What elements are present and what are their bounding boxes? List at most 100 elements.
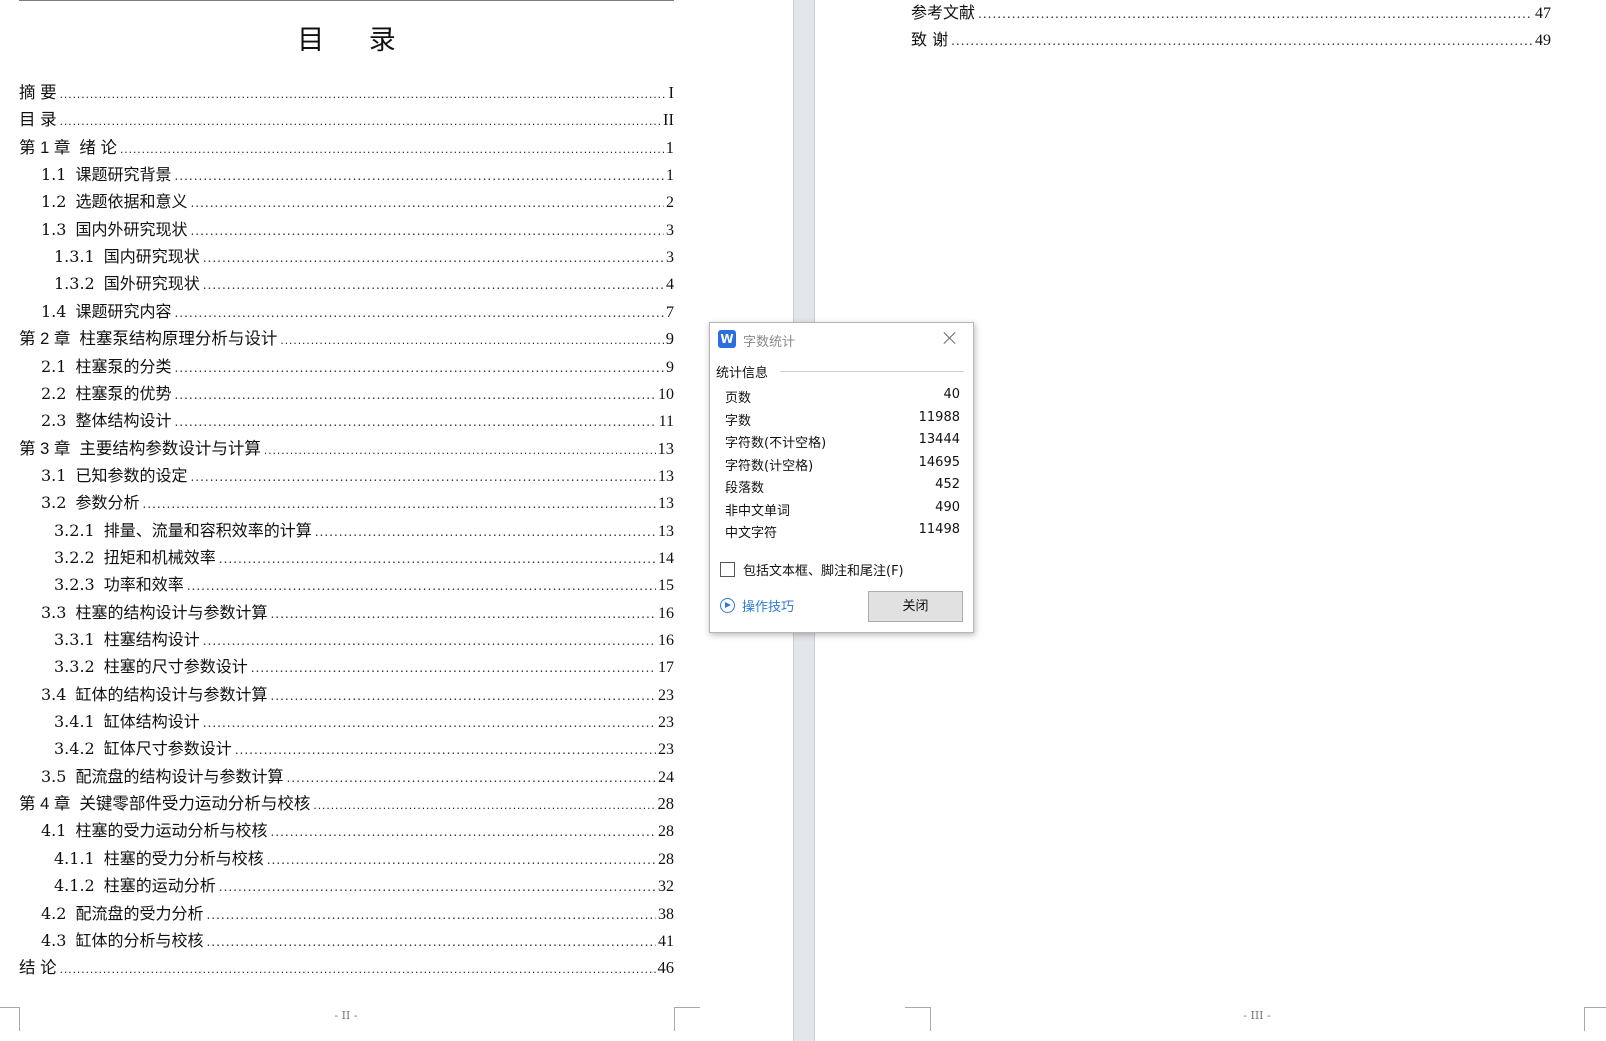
toc-entry[interactable]: 3.4.2 缸体尺寸参数设计...........................… (54, 738, 674, 761)
toc-entry[interactable]: 2.3 整体结构设计...............................… (41, 410, 674, 433)
toc-number: 3.2.1 (54, 520, 95, 540)
stat-label: 字符数(不计空格) (725, 436, 827, 451)
toc-entry[interactable]: 3.4.1 缸体结构设计.............................… (54, 711, 674, 734)
toc-entry[interactable]: 3.3 柱塞的结构设计与参数计算.........................… (41, 602, 674, 625)
stat-label: 字数 (725, 413, 752, 429)
toc-entry[interactable]: 1.3.2 国外研究现状.............................… (54, 273, 674, 296)
stat-row: 字符数(不计空格) 13444 (725, 432, 960, 451)
close-icon[interactable] (941, 329, 959, 347)
toc-entry[interactable]: 1.3.1 国内研究现状.............................… (54, 246, 674, 269)
toc-entry[interactable]: 3.3.1 柱塞结构设计.............................… (54, 629, 674, 652)
toc-page-number: 11 (658, 413, 674, 431)
tips-link[interactable]: 操作技巧 (720, 596, 794, 615)
toc-number: 第 1 章 (19, 138, 71, 157)
dot-leader: ........................................… (59, 962, 656, 977)
page-footer: - II - (334, 1009, 358, 1022)
toc-entry[interactable]: 4.1 柱塞的受力运动分析与校核.........................… (41, 820, 674, 843)
dot-leader: ........................................… (190, 196, 664, 211)
toc-number: 3.3.1 (54, 630, 95, 649)
include-textbox-checkbox[interactable] (720, 562, 735, 577)
toc-label: 主要结构参数设计与计算 (79, 439, 261, 458)
dot-leader: ........................................… (190, 469, 656, 484)
toc-entry[interactable]: 3.2.1 排量、流量和容积效率的计算......................… (54, 520, 674, 543)
crop-mark (1584, 1007, 1606, 1008)
dot-leader: ........................................… (314, 524, 656, 539)
toc-entry[interactable]: 参考文献....................................… (911, 2, 1551, 25)
toc-number: 2.2 (41, 383, 67, 403)
document-page-ii: 目 录 摘 要.................................… (0, 0, 793, 1041)
dot-leader: ........................................… (202, 278, 664, 293)
toc-number: 3.4.2 (54, 739, 95, 759)
dot-leader: ........................................… (59, 114, 661, 129)
toc-entry[interactable]: 1.3 国内外研究现状..............................… (41, 219, 674, 242)
toc-entry[interactable]: 3.2 参数分析.................................… (41, 492, 674, 515)
toc-entry[interactable]: 3.1 已知参数的设定..............................… (41, 465, 674, 488)
toc-label: 柱塞泵的分类 (75, 356, 172, 376)
toc-entry[interactable]: 4.2 配流盘的受力分析.............................… (41, 903, 674, 926)
dot-leader: ........................................… (266, 852, 656, 867)
dot-leader: ........................................… (174, 387, 656, 402)
dot-leader: ........................................… (234, 743, 656, 758)
toc-page-number: 3 (666, 221, 674, 239)
toc-entry[interactable]: 第 1 章绪 论................................… (19, 137, 674, 160)
top-rule (19, 0, 674, 1)
toc-page-number: II (663, 110, 674, 130)
toc-entry[interactable]: 3.2.2 扭矩和机械效率............................… (54, 547, 674, 570)
toc-number: 1.4 (41, 301, 67, 321)
toc-entry[interactable]: 第 2 章柱塞泵结构原理分析与设计.......................… (19, 328, 674, 351)
dot-leader: ........................................… (286, 770, 656, 785)
toc-entry[interactable]: 2.1 柱塞泵的分类...............................… (41, 356, 674, 379)
toc-page-number: 16 (658, 604, 674, 622)
checkbox-label: 包括文本框、脚注和尾注(F) (743, 564, 904, 579)
toc-label: 缸体尺寸参数设计 (103, 739, 232, 759)
toc-label: 柱塞的受力分析与校核 (103, 848, 264, 868)
toc-page-number: 16 (658, 632, 674, 649)
dialog-title: 字数统计 (743, 335, 796, 350)
include-textbox-checkbox-row[interactable]: 包括文本框、脚注和尾注(F) (720, 560, 904, 579)
toc-number: 3.2.3 (54, 575, 95, 595)
dialog-titlebar[interactable]: W 字数统计 (710, 323, 973, 354)
toc-label: 柱塞的尺寸参数设计 (103, 657, 248, 677)
toc-entry[interactable]: 1.2 选题依据和意义..............................… (41, 191, 674, 214)
close-button[interactable]: 关闭 (868, 591, 963, 622)
toc-entry[interactable]: 第 3 章主要结构参数设计与计算........................… (19, 438, 674, 461)
toc-entry[interactable]: 4.1.1 柱塞的受力分析与校核.........................… (54, 848, 674, 871)
crop-mark (930, 1007, 931, 1031)
toc-number: 4.1 (41, 821, 67, 841)
toc-page-number: 23 (658, 714, 674, 732)
toc-entry[interactable]: 4.1.2 柱塞的运动分析............................… (54, 875, 674, 898)
toc-entry[interactable]: 致 谢.....................................… (911, 29, 1551, 52)
toc-page-number: 17 (658, 659, 674, 677)
toc-number: 4.3 (41, 930, 67, 950)
toc-entry[interactable]: 3.4 缸体的结构设计与参数计算.........................… (41, 684, 674, 707)
crop-mark (0, 1007, 19, 1008)
toc-entry[interactable]: 3.3.2 柱塞的尺寸参数设计..........................… (54, 656, 674, 679)
toc-page-number: 7 (666, 303, 674, 321)
toc-label: 关键零部件受力运动分析与校核 (79, 795, 311, 814)
stat-row: 字符数(计空格) 14695 (725, 455, 960, 474)
wps-writer-icon: W (718, 330, 736, 348)
toc-label: 参数分析 (75, 493, 140, 513)
toc-number: 1.1 (41, 165, 67, 185)
toc-entry[interactable]: 3.5 配流盘的结构设计与参数计算........................… (41, 766, 674, 789)
toc-number: 1.3.1 (54, 247, 95, 267)
toc-label: 国内外研究现状 (75, 219, 188, 239)
stat-row: 段落数 452 (725, 477, 960, 496)
toc-entry[interactable]: 结 论.....................................… (19, 957, 674, 980)
toc-entry[interactable]: 3.2.3 功率和效率..............................… (54, 574, 674, 597)
dot-leader: ........................................… (218, 880, 656, 895)
toc-entry[interactable]: 目 录.....................................… (19, 109, 674, 132)
toc-page-number: 24 (658, 768, 674, 786)
dot-leader: ........................................… (202, 716, 656, 731)
toc-entry[interactable]: 摘 要.....................................… (19, 82, 674, 105)
toc-number: 目 录 (19, 111, 57, 130)
toc-number: 1.2 (41, 192, 67, 212)
toc-entry[interactable]: 第 4 章关键零部件受力运动分析与校核.....................… (19, 793, 674, 816)
toc-number: 3.3 (41, 602, 67, 622)
toc-page-number: 28 (657, 794, 675, 814)
toc-number: 摘 要 (19, 84, 57, 102)
toc-entry[interactable]: 1.1 课题研究背景...............................… (41, 164, 674, 187)
toc-entry[interactable]: 4.3 缸体的分析与校核.............................… (41, 930, 674, 953)
toc-entry[interactable]: 1.4 课题研究内容...............................… (41, 301, 674, 324)
toc-entry[interactable]: 2.2 柱塞泵的优势...............................… (41, 383, 674, 406)
